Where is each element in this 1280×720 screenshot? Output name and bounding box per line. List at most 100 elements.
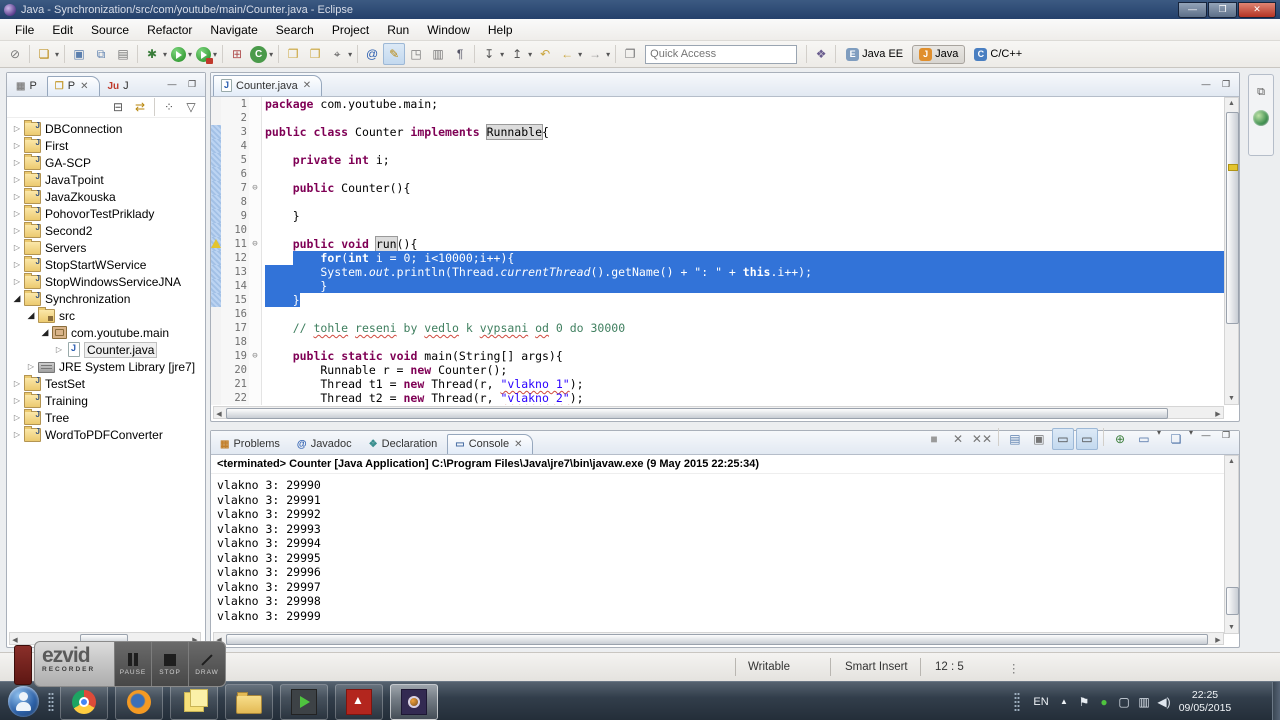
console-maximize-button[interactable]: ❐ (1217, 428, 1235, 444)
open-type-hierarchy-icon[interactable]: ◳ (405, 43, 427, 65)
line-number[interactable]: 6 (221, 167, 249, 181)
expand-arrow-icon[interactable]: ▷ (11, 226, 23, 235)
taskbar-media-app[interactable] (280, 684, 328, 720)
collapse-arrow-icon[interactable]: ◢ (25, 310, 37, 321)
remove-launch-icon[interactable]: ✕ (947, 428, 969, 450)
menu-source[interactable]: Source (82, 21, 138, 39)
taskbar-chrome[interactable] (60, 684, 108, 720)
expand-arrow-icon[interactable]: ▷ (11, 413, 23, 422)
tree-item-testset[interactable]: ▷ TestSet (7, 374, 205, 392)
tree-item-stopwindowsservicejna[interactable]: ▷ StopWindowsServiceJNA (7, 272, 205, 290)
language-indicator[interactable]: EN (1028, 696, 1054, 708)
expand-arrow-icon[interactable]: ▷ (11, 379, 23, 388)
marker-column[interactable] (211, 125, 221, 139)
tree-item-com-youtube-main[interactable]: ◢ com.youtube.main (7, 324, 205, 341)
tree-item-counter-java[interactable]: ▷ Counter.java (7, 341, 205, 358)
menu-run[interactable]: Run (378, 21, 418, 39)
network-icon[interactable]: ▢ (1114, 695, 1134, 709)
console-output[interactable]: vlakno 3: 29990 vlakno 3: 29991 vlakno 3: … (211, 474, 1224, 622)
tab-declaration[interactable]: ❖ Declaration (362, 435, 447, 454)
menu-help[interactable]: Help (479, 21, 522, 39)
tab-javadoc[interactable]: @ Javadoc (290, 435, 361, 454)
line-number[interactable]: 5 (221, 153, 249, 167)
marker-column[interactable] (211, 167, 221, 181)
draw-button[interactable]: DRAW (188, 642, 225, 686)
line-number[interactable]: 2 (221, 111, 249, 125)
show-stdout-change-icon[interactable]: ▭ (1051, 428, 1074, 450)
marker-column[interactable] (211, 335, 221, 349)
next-annotation-icon[interactable]: ↧ (478, 43, 500, 65)
open-perspective-icon[interactable]: ❖ (810, 43, 832, 65)
pin-console-icon[interactable]: ⊕ (1109, 428, 1131, 450)
line-number[interactable]: 16 (221, 307, 249, 321)
line-number[interactable]: 18 (221, 335, 249, 349)
marker-column[interactable] (211, 97, 221, 111)
show-clipboard-icon[interactable]: ▥ (427, 43, 449, 65)
previous-annotation-dropdown[interactable]: ▾ (528, 50, 532, 59)
console-minimize-button[interactable]: — (1197, 428, 1215, 444)
tree-item-servers[interactable]: ▷ Servers (7, 238, 205, 256)
expand-arrow-icon[interactable]: ▷ (25, 362, 37, 371)
next-annotation-dropdown[interactable]: ▾ (500, 50, 504, 59)
marker-column[interactable] (211, 153, 221, 167)
line-number[interactable]: 9 (221, 209, 249, 223)
editor-hscrollbar[interactable]: ◀ ▶ (213, 406, 1224, 419)
close-button[interactable]: ✕ (1238, 1, 1276, 18)
expand-arrow-icon[interactable]: ▷ (11, 396, 23, 405)
taskbar-sticky-notes[interactable] (170, 684, 218, 720)
tree-item-synchronization[interactable]: ◢ Synchronization (7, 289, 205, 307)
line-number[interactable]: 10 (221, 223, 249, 237)
warning-overview-marker[interactable] (1228, 164, 1238, 171)
expand-arrow-icon[interactable]: ▷ (11, 141, 23, 150)
tree-item-src[interactable]: ◢ src (7, 306, 205, 324)
expand-arrow-icon[interactable]: ▷ (11, 124, 23, 133)
marker-column[interactable] (211, 391, 221, 405)
collapse-all-icon[interactable]: ⊟ (107, 96, 129, 118)
editor-tab-close-icon[interactable]: ✕ (302, 80, 312, 91)
ezvid-tray-handle[interactable] (14, 645, 32, 685)
clear-console-icon[interactable]: ▤ (1004, 428, 1026, 450)
save-icon[interactable]: ▣ (68, 43, 90, 65)
line-number[interactable]: 7 (221, 181, 249, 195)
menu-window[interactable]: Window (418, 21, 479, 39)
line-number[interactable]: 19 (221, 349, 249, 363)
forward-dropdown[interactable]: ▾ (606, 50, 610, 59)
action-center-icon[interactable]: ⚑ (1074, 695, 1094, 709)
editor-tab-counter-java[interactable]: Counter.java ✕ (213, 75, 323, 96)
open-console-icon[interactable]: ❏ (1165, 428, 1187, 450)
tree-item-stopstartwservice[interactable]: ▷ StopStartWService (7, 255, 205, 273)
tree-item-second2[interactable]: ▷ Second2 (7, 221, 205, 239)
start-button[interactable] (8, 686, 39, 717)
window-titlebar[interactable]: Java - Synchronization/src/com/youtube/m… (0, 0, 1280, 19)
marker-column[interactable] (211, 111, 221, 125)
show-stderr-change-icon[interactable]: ▭ (1075, 428, 1098, 450)
restore-view-button[interactable]: ⧉ (1252, 83, 1270, 101)
taskbar-adobe-reader[interactable] (335, 684, 383, 720)
tree-item-pohovortestpriklady[interactable]: ▷ PohovorTestPriklady (7, 204, 205, 222)
expand-arrow-icon[interactable]: ▷ (11, 158, 23, 167)
fold-collapse-icon[interactable]: ⊖ (249, 349, 262, 363)
explorer-minimize-button[interactable]: — (163, 77, 181, 93)
perspective-java-ee[interactable]: E Java EE (839, 45, 910, 64)
debug-dropdown[interactable]: ▾ (163, 50, 167, 59)
tab-package-explorer-close-icon[interactable]: ✕ (79, 81, 89, 92)
search-dropdown[interactable]: ▾ (348, 50, 352, 59)
menu-refactor[interactable]: Refactor (138, 21, 201, 39)
open-resource-icon[interactable]: ❒ (304, 43, 326, 65)
marker-column[interactable] (211, 363, 221, 377)
display-selected-console-icon[interactable]: ▭ (1133, 428, 1155, 450)
tree-item-javatpoint[interactable]: ▷ JavaTpoint (7, 170, 205, 188)
remove-all-terminated-icon[interactable]: ✕✕ (971, 428, 993, 450)
perspective-c-cpp[interactable]: C C/C++ (967, 45, 1029, 64)
line-number[interactable]: 14 (221, 279, 249, 293)
tree-item-tree[interactable]: ▷ Tree (7, 408, 205, 426)
pause-button[interactable]: PAUSE (114, 642, 151, 686)
quick-access-input[interactable] (645, 44, 798, 64)
print-icon[interactable]: ▤ (112, 43, 134, 65)
previous-annotation-icon[interactable]: ↥ (506, 43, 528, 65)
expand-arrow-icon[interactable]: ▷ (11, 209, 23, 218)
menu-project[interactable]: Project (323, 21, 378, 39)
expand-arrow-icon[interactable]: ▷ (11, 243, 23, 252)
taskbar-explorer[interactable] (225, 684, 273, 720)
open-element-icon[interactable]: ❒ (282, 43, 304, 65)
